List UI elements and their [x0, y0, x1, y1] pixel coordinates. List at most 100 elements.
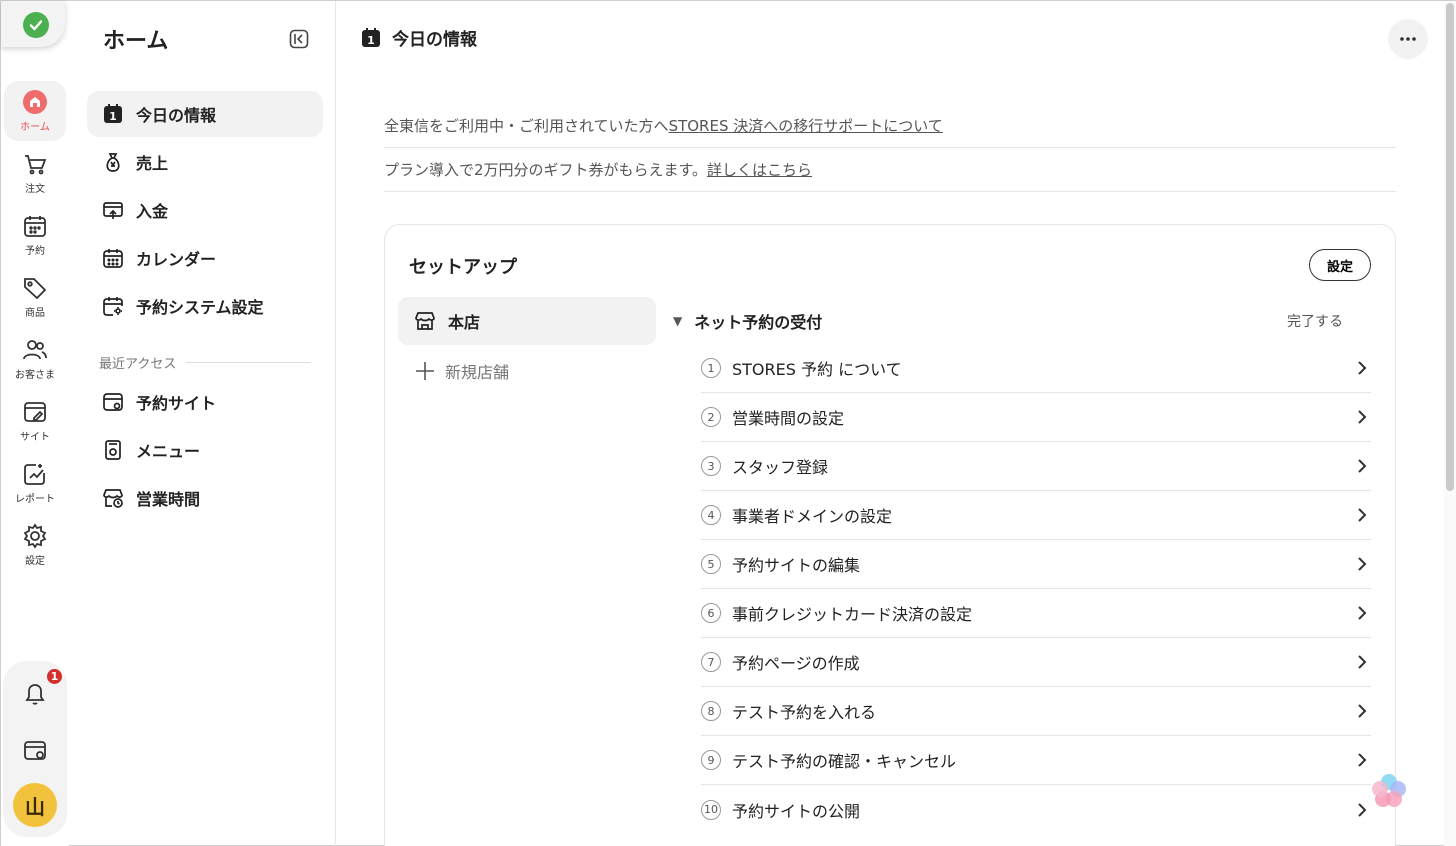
- sidebar-item-reservation-site[interactable]: 予約サイト: [87, 379, 323, 425]
- report-icon: [24, 464, 45, 485]
- view-site-button[interactable]: [23, 739, 47, 767]
- setup-step[interactable]: 10 予約サイトの公開: [701, 785, 1371, 834]
- collapse-sidebar-button[interactable]: [289, 29, 309, 53]
- sidebar-item-business-hours[interactable]: 営業時間: [87, 475, 323, 521]
- sidebar-item-label: 予約システム設定: [136, 298, 264, 317]
- calendar-icon: [24, 216, 46, 237]
- step-number: 5: [701, 554, 721, 574]
- sidebar-item-label: 予約サイト: [136, 394, 217, 413]
- rail-item-report[interactable]: レポート: [4, 453, 66, 513]
- complete-link[interactable]: 完了する: [1287, 311, 1343, 331]
- setup-group-header[interactable]: ▼ ネット予約の受付 完了する: [673, 309, 1359, 333]
- sidebar-item-label: メニュー: [136, 442, 201, 461]
- setup-step[interactable]: 3 スタッフ登録: [701, 442, 1371, 491]
- chevron-right-icon: [1358, 459, 1367, 473]
- flower-icon: [1372, 774, 1406, 807]
- rail-item-label: お客さま: [15, 370, 55, 381]
- gear-icon: [23, 523, 47, 549]
- rail-item-products[interactable]: 商品: [4, 267, 66, 327]
- status-indicator: [1, 1, 65, 47]
- scrollbar[interactable]: [1444, 1, 1456, 846]
- step-number: 1: [701, 358, 721, 378]
- main-content: 1 今日の情報 全東信をご利用中・ご利用されていた方へ STORES 決済への移行…: [336, 1, 1444, 846]
- sidebar-item-sales[interactable]: 売上: [87, 139, 323, 185]
- more-options-button[interactable]: [1388, 19, 1428, 59]
- add-store-label: 新規店舗: [445, 363, 510, 382]
- step-number: 4: [701, 505, 721, 525]
- home-icon: [23, 90, 47, 114]
- step-label: テスト予約を入れる: [732, 703, 877, 722]
- rail-item-home[interactable]: ホーム: [4, 81, 66, 141]
- rail-item-label: 注文: [25, 184, 45, 195]
- calendar-settings-icon: [103, 297, 123, 316]
- notice-link[interactable]: STORES 決済への移行サポートについて: [669, 115, 943, 136]
- scrollbar-thumb[interactable]: [1446, 3, 1454, 491]
- setup-step[interactable]: 8 テスト予約を入れる: [701, 687, 1371, 736]
- setup-step[interactable]: 2 営業時間の設定: [701, 393, 1371, 442]
- calendar-day-icon: 1: [104, 104, 122, 123]
- caret-down-icon: ▼: [673, 314, 683, 328]
- step-number: 2: [701, 407, 721, 427]
- notice-text: 全東信をご利用中・ご利用されていた方へ: [384, 117, 669, 135]
- check-icon: [23, 12, 49, 38]
- setup-settings-button[interactable]: 設定: [1309, 249, 1371, 281]
- store-tab-main[interactable]: 本店: [398, 297, 656, 345]
- rail-item-label: 商品: [25, 308, 45, 319]
- store-icon: [415, 312, 435, 330]
- step-label: 予約サイトの公開: [732, 801, 861, 821]
- rail-item-label: ホーム: [20, 122, 50, 133]
- avatar[interactable]: 山: [13, 783, 57, 827]
- setup-step[interactable]: 1 STORES 予約 について: [701, 344, 1371, 393]
- setup-title: セットアップ: [409, 257, 517, 278]
- cart-icon: [25, 155, 47, 175]
- step-number: 3: [701, 456, 721, 476]
- sidebar-item-deposit[interactable]: 入金: [87, 187, 323, 233]
- step-label: 事前クレジットカード決済の設定: [732, 605, 973, 624]
- chevron-right-icon: [1358, 704, 1367, 718]
- setup-step[interactable]: 7 予約ページの作成: [701, 638, 1371, 687]
- sidebar-item-today[interactable]: 1 今日の情報: [87, 91, 323, 137]
- rail-item-orders[interactable]: 注文: [4, 143, 66, 203]
- collapse-icon: [289, 29, 309, 49]
- step-label: STORES 予約 について: [732, 360, 902, 379]
- secondary-sidebar: ホーム 1 今日の情報 売上 入金 カレンダー 予約システム設定 最近アクセス: [69, 1, 336, 846]
- chevron-right-icon: [1358, 753, 1367, 767]
- rail-item-site[interactable]: サイト: [4, 391, 66, 451]
- notifications-button[interactable]: [23, 681, 47, 711]
- sidebar-item-calendar[interactable]: カレンダー: [87, 235, 323, 281]
- sidebar-item-reservation-settings[interactable]: 予約システム設定: [87, 283, 323, 329]
- rail-item-reservations[interactable]: 予約: [4, 205, 66, 265]
- rail-item-label: サイト: [20, 432, 50, 443]
- setup-step[interactable]: 9 テスト予約の確認・キャンセル: [701, 736, 1371, 785]
- group-title: ネット予約の受付: [694, 313, 823, 332]
- plus-icon: [416, 362, 434, 380]
- sidebar-title: ホーム: [103, 29, 169, 54]
- site-edit-icon: [24, 402, 46, 422]
- sidebar-item-label: 今日の情報: [136, 106, 217, 125]
- step-number: 10: [701, 799, 721, 820]
- setup-step[interactable]: 4 事業者ドメインの設定: [701, 491, 1371, 540]
- users-icon: [23, 340, 47, 360]
- app-window: ホーム 注文 予約 商品 お客さま サイト レポート 設定 1 山 ホーム 1 …: [0, 0, 1456, 846]
- rail-item-settings[interactable]: 設定: [4, 515, 66, 575]
- setup-step[interactable]: 5 予約サイトの編集: [701, 540, 1371, 589]
- store-tab-label: 本店: [448, 313, 481, 332]
- recent-access-section: 最近アクセス: [99, 353, 311, 372]
- notice-text: プラン導入で2万円分のギフト券がもらえます。: [384, 161, 708, 179]
- add-store-button[interactable]: 新規店舗: [415, 359, 509, 383]
- step-number: 6: [701, 603, 721, 623]
- step-label: 事業者ドメインの設定: [732, 507, 893, 526]
- sidebar-item-menu[interactable]: メニュー: [87, 427, 323, 473]
- tag-icon: [24, 278, 47, 300]
- sidebar-item-label: カレンダー: [136, 250, 217, 269]
- notice-gift: プラン導入で2万円分のギフト券がもらえます。 詳しくはこちら: [384, 148, 1396, 192]
- rail-item-customers[interactable]: お客さま: [4, 329, 66, 389]
- rail-item-label: レポート: [15, 494, 55, 505]
- setup-step[interactable]: 6 事前クレジットカード決済の設定: [701, 589, 1371, 638]
- store-clock-icon: [103, 489, 123, 508]
- menu-icon: [105, 440, 121, 460]
- notice-link[interactable]: 詳しくはこちら: [707, 159, 812, 180]
- assistant-widget-button[interactable]: [1369, 771, 1409, 811]
- step-number: 8: [701, 701, 721, 721]
- date-day: 1: [367, 34, 375, 47]
